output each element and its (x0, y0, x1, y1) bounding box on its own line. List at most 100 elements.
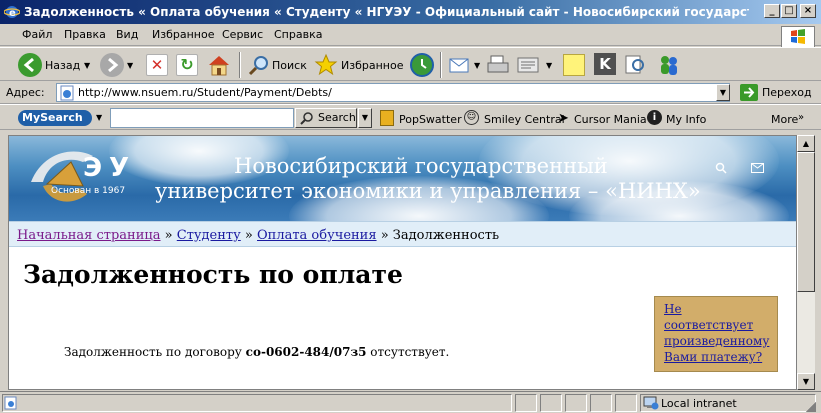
mysearch-dropdown-icon[interactable]: ▼ (96, 113, 102, 122)
favorites-star-icon[interactable] (314, 53, 338, 77)
more-button[interactable]: More (771, 113, 798, 126)
status-panel (540, 394, 562, 412)
toolbar-separator (239, 52, 241, 78)
close-button[interactable]: × (800, 4, 816, 18)
mail-icon[interactable] (448, 54, 472, 76)
debt-prefix: Задолженность по договору (64, 345, 242, 359)
maximize-button[interactable]: □ (781, 4, 797, 18)
minimize-button[interactable]: _ (764, 4, 780, 18)
status-bar: Local intranet (0, 391, 821, 413)
established-caption: Основан в 1967 (51, 186, 126, 196)
mysearch-toolbar: MySearch ▼ Search ▼ PopSwatter ☺ Smiley … (0, 104, 821, 130)
smiley-central-link[interactable]: Smiley Central (484, 113, 565, 126)
scroll-up-icon[interactable]: ▲ (797, 135, 815, 152)
menu-help[interactable]: Справка (274, 28, 322, 41)
intranet-zone-icon (643, 396, 659, 410)
status-panel (615, 394, 637, 412)
refresh-icon[interactable]: ↻ (176, 54, 198, 76)
address-label: Адрес: (6, 86, 45, 99)
stop-icon[interactable]: ✕ (146, 54, 168, 76)
page-icon (60, 85, 74, 101)
web-page: Э У Основан в 1967 Новосибирский государ… (8, 135, 797, 390)
address-bar: Адрес: http://www.nsuem.ru/Student/Payme… (0, 81, 821, 104)
back-dropdown-icon[interactable]: ▼ (84, 61, 90, 70)
breadcrumb-payment-link[interactable]: Оплата обучения (257, 228, 377, 243)
site-search-icon[interactable] (715, 162, 727, 174)
breadcrumb-separator: » (244, 228, 253, 243)
more-chevron-icon: » (798, 112, 805, 123)
breadcrumb-home-link[interactable]: Начальная страница (17, 228, 161, 243)
home-icon[interactable] (207, 53, 231, 77)
payment-mismatch-box: Не соответствует произведенному Вами пла… (654, 296, 778, 372)
toolbar-separator (440, 52, 442, 78)
status-text-panel (2, 394, 512, 412)
scroll-down-icon[interactable]: ▼ (797, 373, 815, 390)
menu-view[interactable]: Вид (116, 28, 138, 41)
breadcrumb-student-link[interactable]: Студенту (177, 228, 241, 243)
zone-panel: Local intranet (640, 394, 816, 412)
title-bar[interactable]: e Задолженность « Оплата обучения « Студ… (0, 0, 821, 24)
print-icon[interactable] (486, 54, 510, 76)
resize-grip-icon[interactable] (806, 402, 816, 412)
contract-number: со-0602-484/07з5 (245, 345, 367, 359)
menu-bar: Файл Правка Вид Избранное Сервис Справка (0, 24, 821, 46)
back-arrow-icon[interactable] (18, 53, 42, 77)
menu-edit[interactable]: Правка (64, 28, 106, 41)
edit-icon[interactable] (516, 54, 540, 76)
info-icon: i (647, 110, 662, 125)
payment-mismatch-link[interactable]: Не соответствует произведенному Вами пла… (664, 302, 769, 364)
forward-arrow-icon[interactable] (100, 53, 124, 77)
popswatter-link[interactable]: PopSwatter (399, 113, 462, 126)
scrollbar-thumb[interactable] (797, 152, 815, 292)
smiley-icon: ☺ (464, 110, 479, 125)
page-title: Задолженность по оплате (23, 260, 403, 289)
status-panel (590, 394, 612, 412)
internet-explorer-icon: e (4, 6, 20, 19)
address-field[interactable]: http://www.nsuem.ru/Student/Payment/Debt… (56, 83, 730, 102)
search-icon[interactable] (248, 54, 270, 76)
mysearch-search-button[interactable]: Search (295, 108, 357, 128)
go-button-label[interactable]: Переход (762, 86, 812, 99)
svg-text:У: У (109, 153, 129, 183)
university-logo[interactable]: Э У (23, 142, 163, 212)
debt-suffix: отсутствует. (370, 345, 450, 359)
mysearch-search-label: Search (318, 111, 356, 124)
banner-title-line2: университет экономики и управления – «НИ… (155, 179, 701, 203)
cursor-icon: ➤ (558, 111, 569, 126)
popswatter-icon (380, 110, 394, 126)
address-dropdown-icon[interactable]: ▼ (716, 84, 730, 101)
mysearch-search-dropdown-icon[interactable]: ▼ (358, 108, 372, 128)
note-icon[interactable] (563, 54, 585, 76)
favorites-button-label[interactable]: Избранное (341, 59, 403, 72)
windows-logo-icon (781, 26, 815, 48)
debt-status-text: Задолженность по договору со-0602-484/07… (64, 345, 449, 359)
security-zone-label: Local intranet (661, 397, 737, 410)
edit-dropdown-icon[interactable]: ▼ (546, 61, 552, 70)
menu-file[interactable]: Файл (22, 28, 52, 41)
mail-dropdown-icon[interactable]: ▼ (474, 61, 480, 70)
mysearch-input[interactable] (110, 108, 294, 128)
menu-tools[interactable]: Сервис (222, 28, 263, 41)
svg-text:Э: Э (83, 153, 102, 183)
mysearch-logo[interactable]: MySearch (18, 110, 92, 126)
vertical-scrollbar[interactable]: ▲ ▼ (797, 135, 815, 390)
messenger-k-icon[interactable]: K (594, 53, 616, 75)
messenger-icon[interactable] (656, 53, 682, 77)
my-info-link[interactable]: My Info (666, 113, 706, 126)
back-button-label[interactable]: Назад (45, 59, 80, 72)
breadcrumb-separator: » (380, 228, 389, 243)
research-icon[interactable] (624, 53, 646, 75)
history-icon[interactable] (410, 53, 434, 77)
banner-title-line1: Новосибирский государственный (234, 154, 608, 178)
status-panel (515, 394, 537, 412)
site-mail-icon[interactable] (751, 163, 764, 173)
search-button-label[interactable]: Поиск (272, 59, 307, 72)
go-arrow-icon[interactable] (740, 84, 758, 101)
site-banner: Э У Основан в 1967 Новосибирский государ… (9, 136, 796, 221)
magnifier-icon (300, 112, 313, 125)
window-title: Задолженность « Оплата обучения « Студен… (24, 5, 749, 19)
breadcrumb-separator: » (164, 228, 173, 243)
forward-dropdown-icon[interactable]: ▼ (127, 61, 133, 70)
menu-favorites[interactable]: Избранное (152, 28, 214, 41)
cursor-mania-link[interactable]: Cursor Mania (574, 113, 647, 126)
